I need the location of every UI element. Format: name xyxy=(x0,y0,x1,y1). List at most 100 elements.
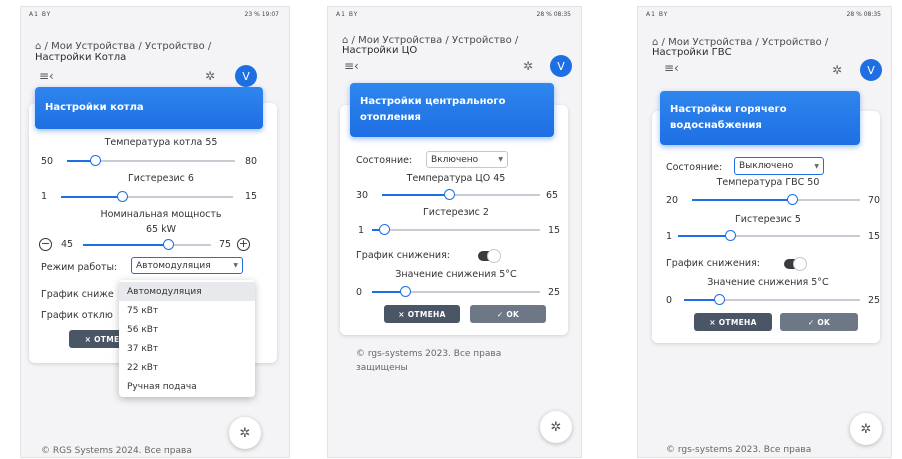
cancel-button-label: × ОТМЕНА xyxy=(709,317,757,327)
boiler-temp-label: Температура котла 55 xyxy=(104,137,218,148)
slider-fill xyxy=(692,199,793,201)
slider-fill xyxy=(382,194,450,196)
dropdown-option[interactable]: 56 кВт xyxy=(119,320,255,339)
dropdown-option[interactable]: 37 кВт xyxy=(119,339,255,358)
avatar[interactable]: V xyxy=(860,59,882,81)
footer-line1: © rgs-systems 2023. Все права xyxy=(356,349,502,359)
toggle-knob xyxy=(487,249,501,263)
hysteresis-max: 15 xyxy=(245,191,258,202)
co-temp-label: Температура ЦО 45 xyxy=(406,173,506,184)
footer-copyright: © rgs-systems 2023. Все права защищены xyxy=(356,347,501,375)
cancel-button-label: × ОТМЕНА xyxy=(398,309,446,319)
ok-button[interactable]: ✓ OK xyxy=(470,305,546,323)
slider-fill xyxy=(83,244,169,246)
card-title-line2: отопления xyxy=(360,112,421,123)
status-right: 28 % 08:35 xyxy=(846,10,881,18)
settings-fab[interactable]: ✲ xyxy=(540,411,572,443)
reduce-value-slider[interactable] xyxy=(372,286,540,297)
home-icon[interactable]: ⌂ xyxy=(35,41,41,52)
gear-icon[interactable]: ✲ xyxy=(205,69,215,83)
cancel-button-label: × ОТМЕ xyxy=(84,334,120,344)
slider-thumb[interactable] xyxy=(116,191,128,202)
hysteresis-slider[interactable] xyxy=(678,230,860,241)
hysteresis-min: 1 xyxy=(666,231,673,242)
hysteresis-slider[interactable] xyxy=(372,224,540,235)
chevron-down-icon: ▼ xyxy=(233,262,238,269)
nominal-power-value: 65 kW xyxy=(145,224,176,235)
power-max: 75 xyxy=(219,239,232,250)
breadcrumb: ⌂ / Мои Устройства / Устройство / xyxy=(35,41,211,52)
co-temp-min: 30 xyxy=(356,190,369,201)
status-bar: A1 BY 28 % 08:35 xyxy=(638,7,891,21)
status-bar: A1 BY 23 % 19:07 xyxy=(21,7,289,21)
hysteresis-slider[interactable] xyxy=(61,191,233,202)
state-select[interactable]: Выключено ▼ xyxy=(734,157,824,175)
page-title: Настройки ЦО xyxy=(342,45,418,56)
cancel-button[interactable]: × ОТМЕНА xyxy=(384,305,460,323)
ok-button[interactable]: ✓ OK xyxy=(780,313,858,331)
breadcrumb-path[interactable]: / Мои Устройства / Устройство / xyxy=(45,41,212,52)
increase-power-button[interactable]: + xyxy=(237,238,250,251)
settings-fab[interactable]: ✲ xyxy=(229,417,261,449)
power-min: 45 xyxy=(61,239,74,250)
state-label: Состояние: xyxy=(666,162,723,173)
slider-thumb[interactable] xyxy=(378,224,390,235)
slider-thumb[interactable] xyxy=(724,230,736,241)
status-left: A1 BY xyxy=(29,10,52,18)
page-title: Настройки ГВС xyxy=(652,47,732,58)
reduce-value-slider[interactable] xyxy=(684,294,860,305)
page-title: Настройки Котла xyxy=(35,52,127,63)
reduce-value-max: 25 xyxy=(548,287,561,298)
off-schedule-label: График отклю xyxy=(41,310,113,321)
gear-icon: ✲ xyxy=(860,421,872,437)
reduce-value-min: 0 xyxy=(666,295,673,306)
state-select-value: Включено xyxy=(431,154,479,165)
dropdown-option[interactable]: 75 кВт xyxy=(119,301,255,320)
slider-thumb[interactable] xyxy=(713,294,725,305)
dhw-temp-slider[interactable] xyxy=(692,194,860,205)
avatar[interactable]: V xyxy=(550,55,572,77)
reduce-schedule-toggle[interactable] xyxy=(478,249,501,263)
power-slider[interactable] xyxy=(83,239,211,250)
cancel-button[interactable]: × ОТМЕНА xyxy=(694,313,772,331)
reduce-schedule-toggle[interactable] xyxy=(784,257,807,271)
state-select[interactable]: Включено ▼ xyxy=(426,151,508,168)
state-select-value: Выключено xyxy=(739,161,794,171)
mode-select[interactable]: Автомодуляция ▼ xyxy=(131,257,243,274)
decrease-power-button[interactable]: − xyxy=(39,238,52,251)
settings-card xyxy=(652,111,880,343)
reduce-value-max: 25 xyxy=(868,295,881,306)
mode-label: Режим работы: xyxy=(41,262,118,273)
dropdown-option[interactable]: Автомодуляция xyxy=(119,282,255,301)
chevron-down-icon: ▼ xyxy=(498,156,503,163)
menu-collapse-icon[interactable]: ≡‹ xyxy=(344,59,359,73)
mode-dropdown: Автомодуляция 75 кВт 56 кВт 37 кВт 22 кВ… xyxy=(119,280,255,397)
slider-thumb[interactable] xyxy=(162,239,174,250)
reduce-schedule-label: График снижения: xyxy=(666,258,761,269)
phone-hot-water-settings: A1 BY 28 % 08:35 ⌂ / Мои Устройства / Ус… xyxy=(637,6,892,458)
gear-icon: ✲ xyxy=(239,425,251,441)
card-title-line1: Настройки горячего xyxy=(670,104,787,115)
slider-thumb[interactable] xyxy=(89,155,101,166)
dropdown-option[interactable]: 22 кВт xyxy=(119,358,255,377)
avatar[interactable]: V xyxy=(235,65,257,87)
mode-select-value: Автомодуляция xyxy=(136,260,211,271)
reduce-schedule-label: График снижения: xyxy=(356,250,451,261)
boiler-temp-slider[interactable] xyxy=(67,155,235,166)
toggle-knob xyxy=(793,257,807,271)
co-temp-max: 65 xyxy=(546,190,559,201)
menu-collapse-icon[interactable]: ≡‹ xyxy=(39,69,54,83)
slider-fill xyxy=(61,196,123,198)
status-right: 23 % 19:07 xyxy=(244,10,279,18)
card-title: Настройки котла xyxy=(45,102,144,113)
gear-icon[interactable]: ✲ xyxy=(523,59,533,73)
co-temp-slider[interactable] xyxy=(382,189,540,200)
reduce-value-label: Значение снижения 5°C xyxy=(395,269,517,280)
gear-icon[interactable]: ✲ xyxy=(832,63,842,77)
menu-collapse-icon[interactable]: ≡‹ xyxy=(664,61,679,75)
dropdown-option[interactable]: Ручная подача xyxy=(119,377,255,396)
slider-fill xyxy=(678,235,730,237)
ok-button-label: ✓ OK xyxy=(496,309,520,319)
chevron-down-icon: ▼ xyxy=(814,162,819,170)
settings-fab[interactable]: ✲ xyxy=(850,413,882,445)
